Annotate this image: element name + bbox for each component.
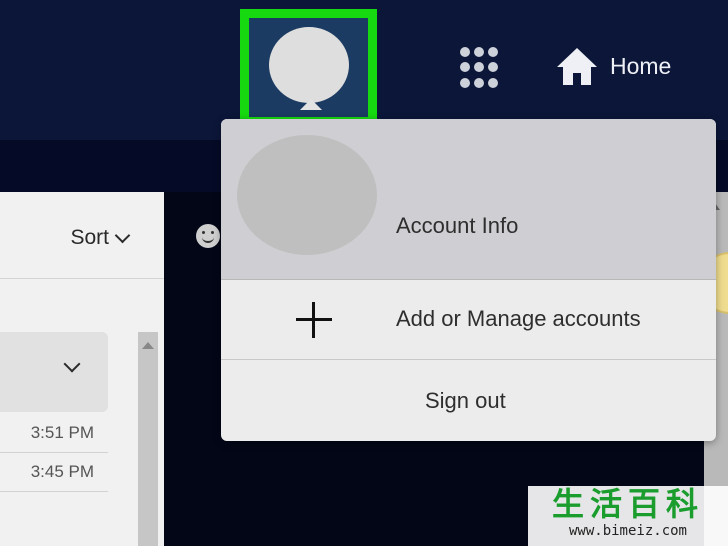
scroll-up-arrow-icon[interactable]	[142, 342, 154, 349]
avatar	[237, 135, 377, 255]
plus-icon	[296, 302, 332, 338]
emoji-icon[interactable]	[196, 224, 220, 248]
app-launcher-icon[interactable]	[460, 47, 502, 89]
list-item[interactable]: 3:45 PM	[0, 453, 108, 492]
list-item[interactable]: 3:51 PM	[0, 414, 108, 453]
avatar	[269, 27, 349, 103]
watermark-title: 生活百科	[551, 486, 704, 522]
message-time: 3:45 PM	[30, 462, 94, 481]
watermark-url: www.bimeiz.com	[568, 523, 687, 539]
message-list-header: Sort	[0, 192, 164, 279]
sort-button[interactable]: Sort	[70, 226, 131, 250]
home-icon	[557, 48, 597, 85]
sort-label: Sort	[70, 226, 109, 249]
chevron-down-icon[interactable]	[63, 355, 81, 373]
message-group-header[interactable]	[0, 332, 108, 412]
account-info-item[interactable]: Account Info	[221, 119, 716, 280]
add-manage-accounts-label: Add or Manage accounts	[396, 306, 641, 331]
watermark: 生活百科 www.bimeiz.com	[528, 486, 728, 546]
dropdown-caret	[300, 99, 322, 110]
add-manage-accounts-item[interactable]: Add or Manage accounts	[221, 280, 716, 360]
sign-out-item[interactable]: Sign out	[221, 360, 716, 441]
chevron-down-icon	[114, 227, 131, 243]
message-time: 3:51 PM	[30, 423, 94, 442]
account-menu: Account Info Add or Manage accounts Sign…	[221, 119, 716, 441]
home-button[interactable]: Home	[556, 46, 671, 86]
message-list-scrollbar[interactable]	[138, 332, 158, 546]
home-label: Home	[610, 52, 672, 79]
account-info-label: Account Info	[396, 213, 519, 238]
sign-out-label: Sign out	[425, 388, 506, 413]
message-list-pane: Sort 3:51 PM 3:45 PM	[0, 192, 164, 546]
